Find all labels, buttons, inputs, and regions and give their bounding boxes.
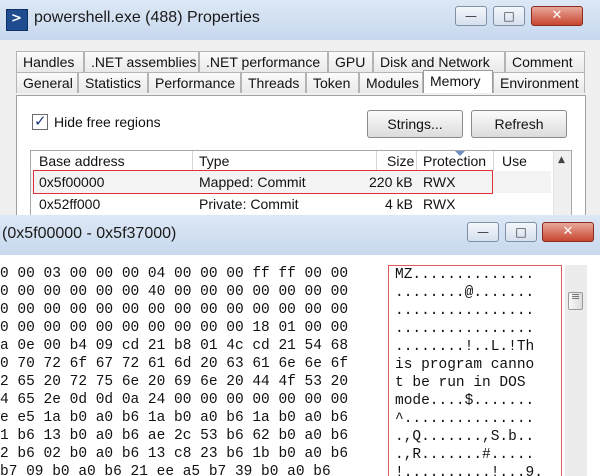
- ascii-line: .,Q.......,S.b..: [395, 429, 535, 445]
- hex-line: 2 65 20 72 75 6e 20 69 6e 20 44 4f 53 20: [0, 374, 349, 390]
- scrollbar-thumb[interactable]: ≡: [568, 290, 583, 310]
- minimize-icon: —: [477, 225, 489, 239]
- ascii-line: ................: [395, 303, 535, 319]
- tab-gpu[interactable]: GPU: [328, 51, 373, 72]
- tab-row-1: Handles .NET assemblies .NET performance…: [16, 51, 586, 72]
- column-use[interactable]: Use: [502, 151, 527, 171]
- scroll-up-icon[interactable]: ▲: [558, 155, 565, 165]
- ascii-line: ........!..L.!Th: [395, 339, 535, 355]
- memory-viewer-window: (0x5f00000 - 0x5f37000) — □ ✕ 0 00 03 00…: [0, 215, 600, 476]
- ascii-line: mode....$.......: [395, 393, 535, 409]
- row-type: Private: Commit: [199, 196, 299, 212]
- selection-highlight-box: [33, 170, 493, 194]
- column-separator: [376, 151, 377, 171]
- tab-memory[interactable]: Memory: [423, 70, 493, 93]
- hex-line: 2 b6 02 b0 a0 b6 13 c8 23 b6 1b b0 a0 b6: [0, 446, 349, 462]
- maximize-icon: □: [503, 9, 515, 23]
- tab-handles[interactable]: Handles: [16, 51, 84, 72]
- close-button[interactable]: ✕: [542, 222, 594, 242]
- minimize-icon: —: [465, 9, 477, 23]
- close-icon: ✕: [562, 224, 574, 239]
- powershell-icon: >: [6, 9, 28, 31]
- column-type[interactable]: Type: [199, 151, 229, 171]
- hex-scrollbar[interactable]: ≡: [565, 265, 587, 476]
- row-protection: RWX: [423, 196, 456, 212]
- tab-token[interactable]: Token: [306, 72, 359, 93]
- column-separator: [493, 151, 494, 171]
- column-size[interactable]: Size: [387, 151, 414, 171]
- ascii-pane[interactable]: MZ.............. ........@....... ......…: [388, 265, 562, 476]
- ascii-line: ........@.......: [395, 285, 535, 301]
- column-base-address[interactable]: Base address: [39, 151, 125, 171]
- column-protection[interactable]: Protection: [423, 151, 486, 171]
- row-size: 4 kB: [385, 196, 414, 212]
- close-button[interactable]: ✕: [531, 6, 583, 26]
- ascii-line: .,R.......#.....: [395, 447, 535, 463]
- tab-net-performance[interactable]: .NET performance: [199, 51, 328, 72]
- hex-bytes-pane[interactable]: 0 00 03 00 00 00 04 00 00 00 ff ff 00 00…: [0, 265, 386, 476]
- properties-titlebar[interactable]: > powershell.exe (488) Properties — □ ✕: [0, 0, 600, 40]
- memory-viewer-titlebar[interactable]: (0x5f00000 - 0x5f37000) — □ ✕: [0, 215, 600, 255]
- minimize-button[interactable]: —: [467, 222, 499, 242]
- tab-threads[interactable]: Threads: [241, 72, 306, 93]
- maximize-icon: □: [515, 225, 527, 239]
- hex-line: 0 00 00 00 00 00 00 00 00 00 00 00 00 00: [0, 302, 349, 318]
- maximize-button[interactable]: □: [505, 222, 537, 242]
- tab-environment[interactable]: Environment: [493, 72, 585, 93]
- hide-free-regions-label: Hide free regions: [54, 114, 161, 130]
- ascii-line: ................: [395, 321, 535, 337]
- hex-line: 0 00 00 00 00 00 00 00 00 00 18 01 00 00: [0, 320, 349, 336]
- window-title: powershell.exe (488) Properties: [34, 9, 260, 26]
- hex-line: 4 65 2e 0d 0d 0a 24 00 00 00 00 00 00 00: [0, 392, 349, 408]
- checkmark-icon: ✓: [34, 112, 47, 130]
- ascii-line: !..........!...9.: [395, 465, 543, 476]
- ascii-line: MZ..............: [395, 267, 535, 283]
- hex-line: 1 b6 13 b0 a0 b6 ae 2c 53 b6 62 b0 a0 b6: [0, 428, 349, 444]
- tab-row-2: General Statistics Performance Threads T…: [16, 70, 586, 93]
- ascii-line: ^...............: [395, 411, 535, 427]
- tab-comment[interactable]: Comment: [505, 51, 585, 72]
- maximize-button[interactable]: □: [493, 6, 525, 26]
- hex-line: 0 00 03 00 00 00 04 00 00 00 ff ff 00 00: [0, 266, 349, 282]
- properties-window: > powershell.exe (488) Properties — □ ✕ …: [0, 0, 600, 237]
- refresh-button[interactable]: Refresh: [471, 110, 567, 138]
- ascii-line: is program canno: [395, 357, 535, 373]
- hex-line: e e5 1a b0 a0 b6 1a b0 a0 b6 1a b0 a0 b6: [0, 410, 349, 426]
- minimize-button[interactable]: —: [455, 6, 487, 26]
- row-base-address: 0x52ff000: [39, 196, 101, 212]
- hex-line: 0 00 00 00 00 00 40 00 00 00 00 00 00 00: [0, 284, 349, 300]
- hex-line: 0 70 72 6f 67 72 61 6d 20 63 61 6e 6e 6f: [0, 356, 349, 372]
- memory-range-title: (0x5f00000 - 0x5f37000): [2, 225, 177, 242]
- hex-line: b7 09 b0 a0 b6 21 ee a5 b7 39 b0 a0 b6: [0, 464, 331, 476]
- grip-icon: ≡: [571, 290, 581, 303]
- column-separator: [416, 151, 417, 171]
- tab-general[interactable]: General: [16, 72, 78, 93]
- tab-performance[interactable]: Performance: [148, 72, 241, 93]
- column-separator: [192, 151, 193, 171]
- close-icon: ✕: [551, 8, 563, 23]
- ascii-line: t be run in DOS: [395, 375, 535, 391]
- tab-net-assemblies[interactable]: .NET assemblies: [84, 51, 199, 72]
- tab-statistics[interactable]: Statistics: [78, 72, 148, 93]
- list-row[interactable]: 0x52ff000 Private: Commit 4 kB RWX: [31, 193, 551, 215]
- hide-free-regions-checkbox[interactable]: ✓: [32, 112, 48, 130]
- strings-button[interactable]: Strings...: [367, 110, 463, 138]
- tab-modules[interactable]: Modules: [359, 72, 423, 93]
- hex-line: a 0e 00 b4 09 cd 21 b8 01 4c cd 21 54 68: [0, 338, 349, 354]
- tab-disk-and-network[interactable]: Disk and Network: [373, 51, 505, 72]
